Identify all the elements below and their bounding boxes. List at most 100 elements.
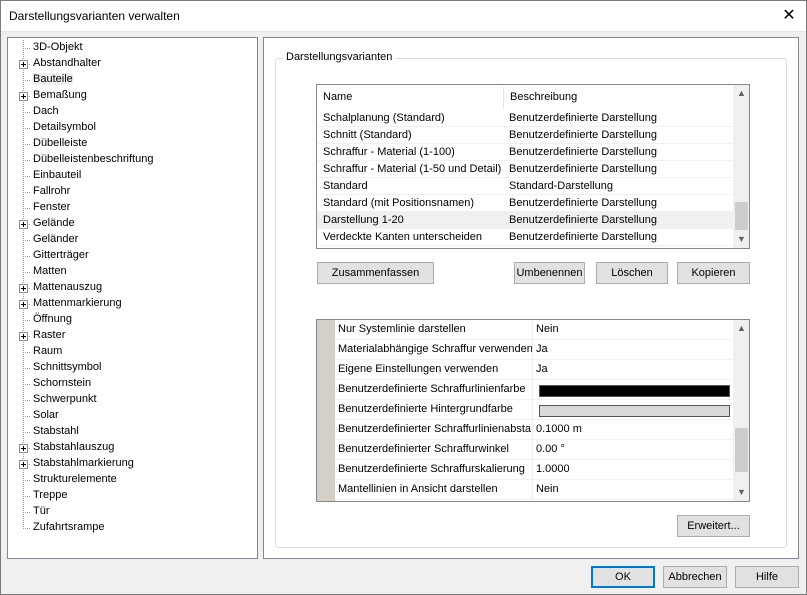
copy-button[interactable]: Kopieren: [677, 262, 750, 284]
expand-plus-icon[interactable]: [19, 460, 28, 469]
list-scrollbar[interactable]: ▲ ▼: [733, 85, 749, 248]
property-value[interactable]: 0.00 °: [536, 440, 565, 460]
tree-item[interactable]: Gitterträger: [8, 248, 257, 264]
property-value[interactable]: 1.0000: [536, 460, 570, 480]
tree-item[interactable]: Zufahrtsrampe: [8, 520, 257, 536]
tree-item[interactable]: Öffnung: [8, 312, 257, 328]
category-tree[interactable]: 3D-Objekt Abstandhalter Bauteile Bemaßung Da…: [7, 37, 258, 559]
property-row[interactable]: Benutzerdefinierter Schraffurlinienabsta…: [335, 420, 733, 440]
scroll-down-icon[interactable]: ▼: [733, 484, 749, 501]
tree-item[interactable]: Dach: [8, 104, 257, 120]
tree-item[interactable]: Mattenauszug: [8, 280, 257, 296]
column-header-name[interactable]: Name: [317, 85, 503, 110]
variant-row[interactable]: Standard (mit Positionsnamen) Benutzerdef…: [317, 195, 733, 212]
tree-item-label: Schnittsymbol: [33, 361, 102, 373]
tree-item-label: Stabstahlauszug: [33, 441, 115, 453]
variants-list[interactable]: Name Beschreibung ▲ ▼ Schalplanung (Stan…: [316, 84, 750, 249]
scroll-thumb[interactable]: [735, 202, 748, 230]
expand-plus-icon[interactable]: [19, 444, 28, 453]
color-swatch[interactable]: [539, 385, 730, 397]
tree-item[interactable]: Solar: [8, 408, 257, 424]
tree-item[interactable]: Stabstahlauszug: [8, 440, 257, 456]
property-value[interactable]: Nein: [536, 320, 559, 340]
tree-item[interactable]: Schornstein: [8, 376, 257, 392]
scroll-down-icon[interactable]: ▼: [733, 231, 749, 248]
property-value[interactable]: Nein: [536, 480, 559, 500]
scroll-up-icon[interactable]: ▲: [733, 85, 749, 102]
property-value[interactable]: Ja: [536, 340, 548, 360]
property-grid[interactable]: ▲ ▼ Nur Systemlinie darstellen Nein Materi…: [316, 319, 750, 502]
property-name: Benutzerdefinierter Schraffurlinienabsta: [337, 420, 533, 440]
property-value[interactable]: Ja: [536, 360, 548, 380]
property-value[interactable]: 0.1000 m: [536, 420, 582, 440]
property-row[interactable]: Benutzerdefinierter Schraffurwinkel 0.00 …: [335, 440, 733, 460]
tree-item[interactable]: Einbauteil: [8, 168, 257, 184]
variant-row[interactable]: Standard Standard-Darstellung: [317, 178, 733, 195]
tree-item[interactable]: Raum: [8, 344, 257, 360]
merge-button[interactable]: Zusammenfassen: [317, 262, 434, 284]
tree-item[interactable]: Bauteile: [8, 72, 257, 88]
tree-item[interactable]: Treppe: [8, 488, 257, 504]
rename-button[interactable]: Umbenennen: [514, 262, 585, 284]
tree-item[interactable]: Matten: [8, 264, 257, 280]
tree-item[interactable]: Strukturelemente: [8, 472, 257, 488]
property-name: Benutzerdefinierte Hintergrundfarbe: [337, 400, 533, 420]
variant-row[interactable]: Darstellung 1-20 Benutzerdefinierte Darst…: [317, 212, 733, 229]
tree-item[interactable]: Tür: [8, 504, 257, 520]
tree-item[interactable]: Fenster: [8, 200, 257, 216]
expand-plus-icon[interactable]: [19, 332, 28, 341]
tree-item-label: Tür: [33, 505, 50, 517]
tree-item-label: Dübelleistenbeschriftung: [33, 153, 154, 165]
property-row[interactable]: Materialabhängige Schraffur verwenden Ja: [335, 340, 733, 360]
property-row[interactable]: Benutzerdefinierte Schraffurlinienfarbe: [335, 380, 733, 400]
property-row[interactable]: Eigene Einstellungen verwenden Ja: [335, 360, 733, 380]
tree-item-label: Geländer: [33, 233, 79, 245]
tree-item[interactable]: Abstandhalter: [8, 56, 257, 72]
ok-button[interactable]: OK: [591, 566, 655, 588]
advanced-button[interactable]: Erweitert...: [677, 515, 750, 537]
variant-row[interactable]: Schnitt (Standard) Benutzerdefinierte Dar…: [317, 127, 733, 144]
tree-item[interactable]: Raster: [8, 328, 257, 344]
tree-item[interactable]: 3D-Objekt: [8, 40, 257, 56]
tree-item[interactable]: Detailsymbol: [8, 120, 257, 136]
tree-item[interactable]: Schwerpunkt: [8, 392, 257, 408]
tree-item-label: Mattenmarkierung: [33, 297, 122, 309]
variant-row[interactable]: Schalplanung (Standard) Benutzerdefiniert…: [317, 110, 733, 127]
property-name: Mantellinien in Ansicht darstellen: [337, 480, 533, 500]
expand-plus-icon[interactable]: [19, 220, 28, 229]
expand-plus-icon[interactable]: [19, 284, 28, 293]
cancel-button[interactable]: Abbrechen: [663, 566, 727, 588]
tree-connector: [23, 256, 31, 257]
tree-item[interactable]: Bemaßung: [8, 88, 257, 104]
variant-row[interactable]: Verdeckte Kanten unterscheiden Benutzerde…: [317, 229, 733, 246]
delete-button[interactable]: Löschen: [596, 262, 668, 284]
scroll-thumb[interactable]: [735, 428, 748, 472]
expand-plus-icon[interactable]: [19, 300, 28, 309]
help-button[interactable]: Hilfe: [735, 566, 799, 588]
variant-description: Benutzerdefinierte Darstellung: [509, 146, 657, 158]
variant-row[interactable]: Schraffur - Material (1-100) Benutzerdefi…: [317, 144, 733, 161]
tree-item[interactable]: Mattenmarkierung: [8, 296, 257, 312]
tree-item[interactable]: Stabstahl: [8, 424, 257, 440]
property-scrollbar[interactable]: ▲ ▼: [733, 320, 749, 501]
tree-item-label: Bemaßung: [33, 89, 87, 101]
tree-connector: [23, 400, 31, 401]
tree-item[interactable]: Dübelleistenbeschriftung: [8, 152, 257, 168]
color-swatch[interactable]: [539, 405, 730, 417]
property-row[interactable]: Benutzerdefinierte Schraffurskalierung 1.…: [335, 460, 733, 480]
property-row[interactable]: Mantellinien in Ansicht darstellen Nein: [335, 480, 733, 500]
expand-plus-icon[interactable]: [19, 60, 28, 69]
close-icon[interactable]: ✕: [777, 4, 801, 28]
tree-item[interactable]: Stabstahlmarkierung: [8, 456, 257, 472]
property-row[interactable]: Benutzerdefinierte Hintergrundfarbe: [335, 400, 733, 420]
property-row[interactable]: Nur Systemlinie darstellen Nein: [335, 320, 733, 340]
tree-item[interactable]: Dübelleiste: [8, 136, 257, 152]
tree-item[interactable]: Schnittsymbol: [8, 360, 257, 376]
expand-plus-icon[interactable]: [19, 92, 28, 101]
tree-item[interactable]: Geländer: [8, 232, 257, 248]
tree-item[interactable]: Fallrohr: [8, 184, 257, 200]
scroll-up-icon[interactable]: ▲: [733, 320, 749, 337]
variant-row[interactable]: Schraffur - Material (1-50 und Detail) Be…: [317, 161, 733, 178]
tree-item[interactable]: Gelände: [8, 216, 257, 232]
column-header-description[interactable]: Beschreibung: [504, 85, 733, 110]
